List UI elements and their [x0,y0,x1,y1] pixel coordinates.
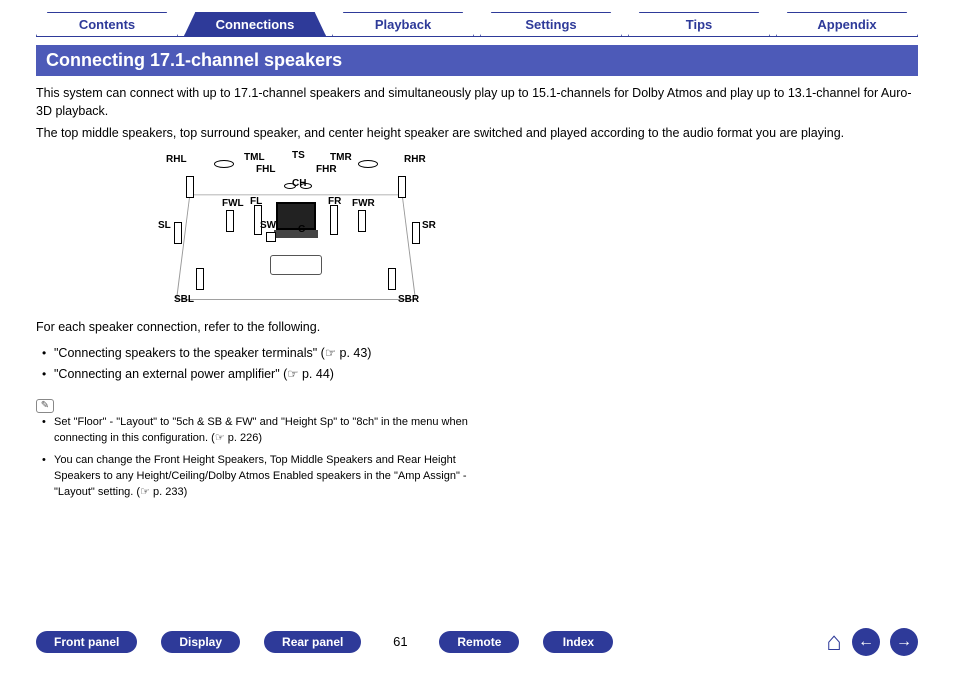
label-fr: FR [328,196,341,207]
tab-appendix[interactable]: Appendix [776,12,918,36]
section-title: Connecting 17.1-channel speakers [36,45,918,76]
label-fhr: FHR [316,164,337,175]
label-tmr: TMR [330,152,352,163]
ref-list: "Connecting speakers to the speaker term… [40,343,918,386]
footer-nav: Front panel Display Rear panel 61 Remote… [0,626,954,657]
ref-intro: For each speaker connection, refer to th… [36,318,918,336]
label-tml: TML [244,152,265,163]
pencil-icon: ✎ [36,399,54,413]
tab-contents[interactable]: Contents [36,12,178,36]
note-floor-layout: Set "Floor" - "Layout" to "5ch & SB & FW… [54,416,468,444]
page-number: 61 [385,634,415,649]
tv-icon [276,202,316,230]
label-sbr: SBR [398,294,419,305]
label-fwl: FWL [222,198,244,209]
intro-paragraph-1: This system can connect with up to 17.1-… [36,84,918,120]
speaker-layout-diagram: RHL TML TS TMR RHR FHL FHR CH FWL FL FR … [126,150,466,310]
ref-link-external-amp[interactable]: "Connecting an external power amplifier"… [54,367,334,381]
prev-page-button[interactable]: ← [852,628,880,656]
note-list: Set "Floor" - "Layout" to "5ch & SB & FW… [40,415,500,501]
top-nav: Contents Connections Playback Settings T… [36,12,918,37]
tab-tips[interactable]: Tips [628,12,770,36]
label-c: C [298,224,305,235]
tab-settings[interactable]: Settings [480,12,622,36]
intro-paragraph-2: The top middle speakers, top surround sp… [36,124,918,142]
sofa-icon [270,255,322,275]
tab-playback[interactable]: Playback [332,12,474,36]
label-rhl: RHL [166,154,187,165]
tab-connections[interactable]: Connections [184,12,326,36]
ref-link-speaker-terminals[interactable]: "Connecting speakers to the speaker term… [54,346,371,360]
display-button[interactable]: Display [161,631,240,653]
label-fl: FL [250,196,262,207]
label-rhr: RHR [404,154,426,165]
label-sbl: SBL [174,294,194,305]
front-panel-button[interactable]: Front panel [36,631,137,653]
rear-panel-button[interactable]: Rear panel [264,631,361,653]
index-button[interactable]: Index [543,631,613,653]
next-page-button[interactable]: → [890,628,918,656]
label-fwr: FWR [352,198,375,209]
label-fhl: FHL [256,164,275,175]
label-ts: TS [292,150,305,161]
remote-button[interactable]: Remote [439,631,519,653]
label-sw: SW [260,220,276,231]
label-sl: SL [158,220,171,231]
label-sr: SR [422,220,436,231]
note-amp-assign: You can change the Front Height Speakers… [54,454,467,498]
label-ch: CH [292,178,306,189]
home-icon[interactable]: ⌂ [826,626,842,657]
